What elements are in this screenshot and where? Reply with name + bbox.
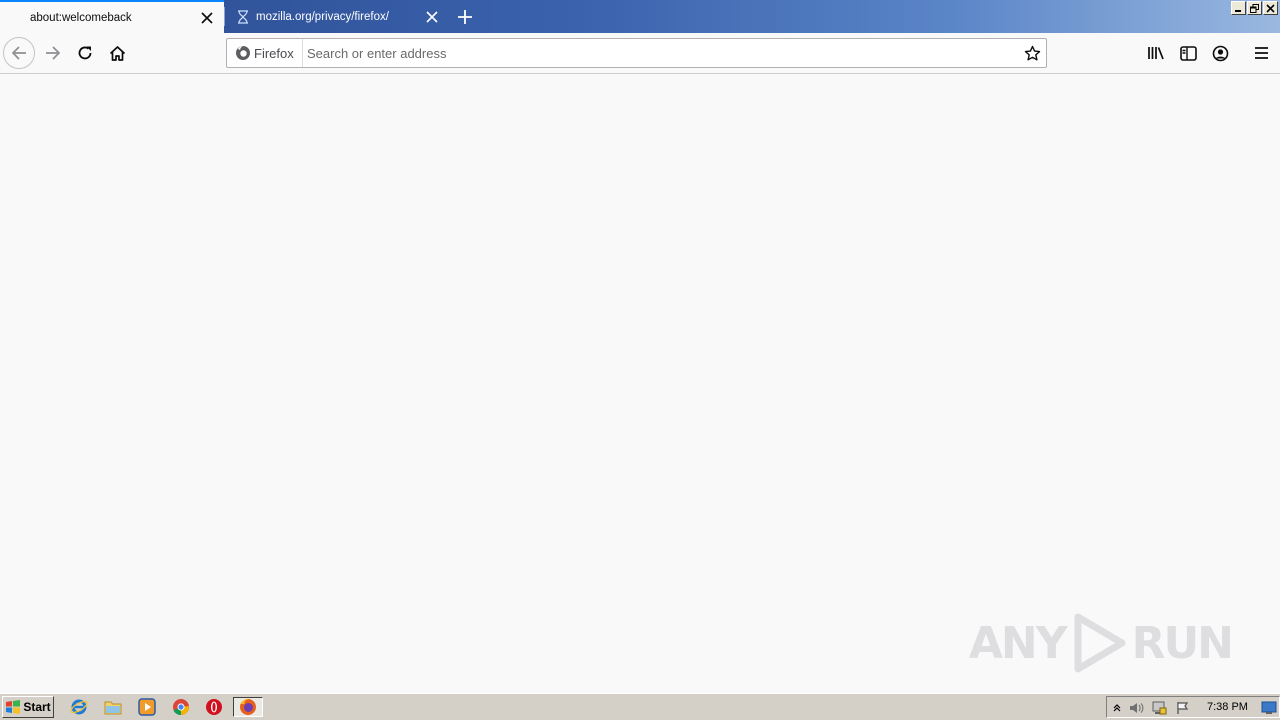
- show-desktop-icon[interactable]: [1261, 700, 1277, 716]
- hamburger-menu-icon: [1254, 47, 1268, 59]
- url-bar[interactable]: Firefox: [226, 38, 1047, 68]
- windows-logo-icon: [6, 700, 21, 714]
- back-button[interactable]: [3, 37, 35, 69]
- sidebar-icon: [1179, 45, 1197, 61]
- navigation-toolbar: Firefox: [0, 33, 1280, 74]
- close-icon[interactable]: [424, 9, 440, 25]
- file-explorer-icon[interactable]: [102, 697, 124, 717]
- tab-title: about:welcomeback: [30, 11, 132, 24]
- home-icon: [109, 45, 125, 61]
- sidebar-button[interactable]: [1172, 37, 1204, 69]
- library-button[interactable]: [1140, 37, 1172, 69]
- minimize-button[interactable]: [1231, 1, 1246, 15]
- hourglass-icon: [235, 9, 251, 25]
- firefox-icon: [235, 45, 251, 61]
- show-hidden-icons-chevron-up-icon[interactable]: [1109, 700, 1125, 716]
- clock[interactable]: 7:38 PM: [1207, 701, 1248, 713]
- plus-icon: [458, 10, 472, 24]
- action-center-flag-icon[interactable]: [1175, 700, 1191, 716]
- restore-button[interactable]: [1247, 1, 1262, 15]
- page-content: ANY RUN: [0, 74, 1280, 693]
- tab-title: mozilla.org/privacy/firefox/: [256, 10, 389, 23]
- firefox-icon: [240, 698, 256, 715]
- start-label: Start: [23, 700, 51, 714]
- taskbar: Start 7:38 PM: [0, 693, 1280, 720]
- tab-mozilla-privacy[interactable]: mozilla.org/privacy/firefox/: [225, 0, 449, 33]
- forward-button[interactable]: [37, 37, 69, 69]
- close-window-button[interactable]: [1263, 1, 1278, 15]
- volume-icon[interactable]: [1129, 700, 1145, 716]
- identity-label: Firefox: [254, 45, 294, 61]
- bookmark-star-icon[interactable]: [1022, 43, 1042, 63]
- anyrun-watermark: ANY RUN: [968, 613, 1234, 673]
- arrow-left-icon: [11, 46, 26, 60]
- account-button[interactable]: [1204, 37, 1236, 69]
- tab-welcomeback[interactable]: about:welcomeback: [0, 0, 224, 33]
- reload-icon: [78, 46, 92, 60]
- identity-box[interactable]: Firefox: [227, 39, 303, 67]
- library-icon: [1148, 47, 1164, 60]
- tab-strip: about:welcomeback mozilla.org/privacy/fi…: [0, 0, 1280, 33]
- start-button[interactable]: Start: [2, 696, 54, 718]
- network-icon[interactable]: [1151, 700, 1167, 716]
- watermark-text: ANY: [968, 617, 1068, 669]
- play-logo-icon: [1074, 613, 1126, 673]
- window-controls: [1231, 1, 1278, 15]
- reload-button[interactable]: [69, 37, 101, 69]
- system-tray: 7:38 PM: [1106, 696, 1280, 718]
- close-icon[interactable]: [199, 10, 215, 26]
- internet-explorer-icon[interactable]: [68, 697, 90, 717]
- home-button[interactable]: [101, 37, 133, 69]
- address-input[interactable]: [307, 42, 1007, 64]
- menu-button[interactable]: [1245, 37, 1277, 69]
- firefox-taskbar-button[interactable]: [233, 697, 263, 717]
- arrow-right-icon: [46, 46, 61, 60]
- opera-icon[interactable]: [203, 697, 225, 717]
- account-icon: [1212, 45, 1228, 61]
- new-tab-button[interactable]: [452, 4, 478, 30]
- chrome-icon[interactable]: [170, 697, 192, 717]
- watermark-text: RUN: [1131, 617, 1234, 669]
- media-player-icon[interactable]: [136, 697, 158, 717]
